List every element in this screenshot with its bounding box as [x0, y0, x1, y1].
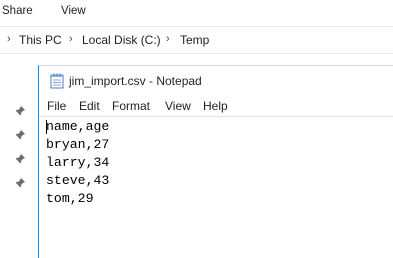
notepad-icon — [50, 73, 64, 89]
breadcrumb-chevron-icon[interactable]: › — [69, 33, 73, 45]
explorer-ribbon: Share View — [0, 0, 393, 27]
menu-bar: File Edit Format View Help — [39, 96, 393, 117]
notepad-titlebar[interactable]: jim_import.csv - Notepad — [39, 66, 393, 96]
pin-icon[interactable] — [14, 105, 26, 117]
text-line: steve,43 — [46, 173, 110, 188]
menu-view[interactable]: View — [165, 99, 191, 113]
breadcrumb-chevron-icon[interactable]: › — [166, 33, 170, 45]
text-line: bryan,27 — [46, 137, 110, 152]
breadcrumb-temp[interactable]: Temp — [180, 33, 209, 47]
window-title: jim_import.csv - Notepad — [69, 74, 202, 88]
text-line: larry,34 — [46, 155, 110, 170]
breadcrumb-this-pc[interactable]: This PC — [19, 33, 62, 47]
ribbon-tab-share[interactable]: Share — [2, 5, 33, 17]
pin-icon[interactable] — [14, 153, 26, 165]
breadcrumb-local-disk[interactable]: Local Disk (C:) — [82, 33, 161, 47]
pin-icon[interactable] — [14, 129, 26, 141]
text-editor[interactable]: name,age bryan,27 larry,34 steve,43 tom,… — [40, 117, 393, 258]
pin-icon[interactable] — [14, 177, 26, 189]
address-bar[interactable]: › This PC › Local Disk (C:) › Temp — [0, 27, 393, 54]
menu-help[interactable]: Help — [203, 99, 228, 113]
notepad-window: jim_import.csv - Notepad File Edit Forma… — [38, 65, 393, 258]
ribbon-tab-view[interactable]: View — [61, 5, 86, 17]
menu-edit[interactable]: Edit — [79, 99, 100, 113]
navigation-pane — [0, 54, 38, 258]
breadcrumb-chevron-icon[interactable]: › — [7, 33, 11, 45]
text-line: tom,29 — [46, 191, 94, 206]
screen: Share View › This PC › Local Disk (C:) ›… — [0, 0, 393, 258]
menu-file[interactable]: File — [47, 99, 66, 113]
menu-format[interactable]: Format — [112, 99, 150, 113]
text-line: name,age — [46, 119, 110, 134]
